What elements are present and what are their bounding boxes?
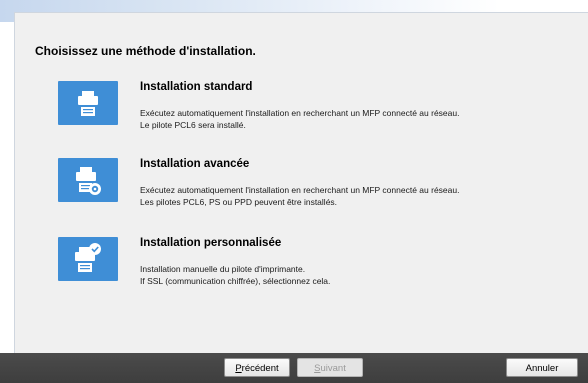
option-advanced-title: Installation avancée [140, 158, 250, 170]
option-standard[interactable]: Installation standard Exécutez automatiq… [58, 81, 578, 147]
option-standard-desc-line-2: Le pilote PCL6 sera installé. [140, 120, 246, 130]
option-advanced-description: Exécutez automatiquement l'installation … [140, 184, 459, 208]
printer-icon [78, 91, 98, 116]
option-custom-description: Installation manuelle du pilote d'imprim… [140, 263, 330, 287]
option-custom[interactable]: Installation personnalisée Installation … [58, 237, 578, 303]
previous-button-label: récédent [241, 363, 279, 374]
option-standard-description: Exécutez automatiquement l'installation … [140, 107, 459, 131]
option-standard-desc-line-1: Exécutez automatiquement l'installation … [140, 108, 460, 118]
option-advanced-desc-line-1: Exécutez automatiquement l'installation … [140, 185, 460, 195]
option-advanced[interactable]: Installation avancée Exécutez automatiqu… [58, 158, 578, 224]
installer-dialog: Choisissez une méthode d'installation. I… [0, 0, 588, 383]
printer-check-icon [75, 243, 101, 272]
option-custom-title: Installation personnalisée [140, 237, 282, 249]
option-advanced-desc-line-2: Les pilotes PCL6, PS ou PPD peuvent être… [140, 197, 338, 207]
option-custom-tile[interactable] [58, 237, 118, 281]
next-button-label: uivant [320, 363, 346, 374]
next-button[interactable]: Suivant [297, 358, 363, 377]
button-bar: Précédent Suivant Annuler [0, 353, 588, 383]
main-panel: Choisissez une méthode d'installation. I… [14, 12, 588, 353]
cancel-button[interactable]: Annuler [506, 358, 578, 377]
option-custom-desc-line-2: If SSL (communication chiffrée), sélecti… [140, 276, 331, 286]
option-advanced-tile[interactable] [58, 158, 118, 202]
previous-button[interactable]: Précédent [224, 358, 290, 377]
page-title: Choisissez une méthode d'installation. [35, 44, 256, 58]
option-standard-title: Installation standard [140, 81, 253, 93]
option-standard-tile[interactable] [58, 81, 118, 125]
printer-gear-icon [76, 167, 101, 195]
option-custom-desc-line-1: Installation manuelle du pilote d'imprim… [140, 264, 306, 274]
